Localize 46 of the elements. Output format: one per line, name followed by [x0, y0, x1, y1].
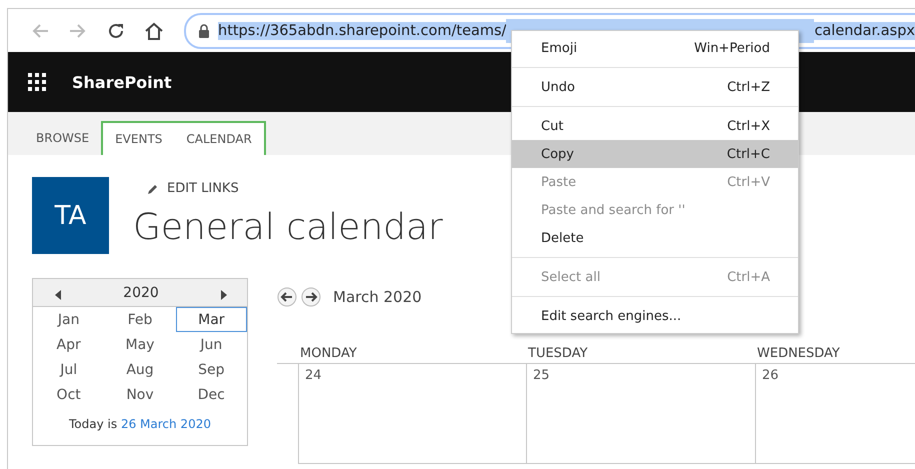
month-cell[interactable]: Jun: [176, 332, 247, 357]
next-year-button[interactable]: [218, 288, 229, 298]
menu-item[interactable]: Edit search engines...: [512, 302, 798, 330]
day-header: MONDAY: [298, 340, 526, 364]
ribbon-tab[interactable]: BROWSE: [24, 121, 102, 155]
month-cell[interactable]: Feb: [104, 307, 176, 332]
day-header: TUESDAY: [526, 340, 755, 364]
menu-item[interactable]: Cut Ctrl+X: [512, 112, 798, 140]
month-cell[interactable]: Dec: [176, 382, 247, 407]
edit-links-link[interactable]: EDIT LINKS: [167, 181, 239, 196]
ribbon-tab[interactable]: EVENTS: [103, 123, 174, 155]
menu-item[interactable]: Copy Ctrl+C: [512, 140, 798, 168]
menu-item[interactable]: Undo Ctrl+Z: [512, 73, 798, 101]
month-cell[interactable]: Oct: [33, 382, 104, 407]
home-icon[interactable]: [144, 22, 164, 40]
day-header: WEDNESDAY: [755, 340, 915, 364]
ribbon-tab[interactable]: CALENDAR: [174, 123, 264, 155]
previous-year-button[interactable]: [53, 288, 63, 298]
previous-button[interactable]: [277, 287, 297, 307]
site-logo[interactable]: TA: [32, 177, 109, 254]
page-title: General calendar: [133, 206, 443, 250]
month-cell[interactable]: Aug: [104, 357, 176, 382]
next-button[interactable]: [301, 287, 321, 307]
day-cell[interactable]: 24: [298, 364, 526, 464]
period-label: March 2020: [333, 288, 422, 306]
app-launcher-icon[interactable]: [28, 73, 46, 91]
pencil-icon: [147, 182, 159, 194]
year-label: 2020: [123, 284, 159, 300]
month-cell[interactable]: May: [104, 332, 176, 357]
today-link[interactable]: 26 March 2020: [120, 417, 211, 431]
menu-item[interactable]: Emoji Win+Period: [512, 34, 798, 62]
lock-icon: [198, 24, 210, 38]
today-label: Today is: [69, 417, 118, 431]
month-cell[interactable]: Apr: [33, 332, 104, 357]
reload-icon[interactable]: [107, 22, 125, 40]
menu-item[interactable]: Delete: [512, 224, 798, 252]
url-text: calendar.aspx: [814, 22, 915, 40]
url-text: https://365abdn.sharepoint.com/teams/: [218, 22, 506, 40]
month-cell[interactable]: Sep: [176, 357, 247, 382]
app-title: SharePoint: [72, 72, 172, 92]
day-cell[interactable]: 26: [755, 364, 915, 464]
day-cell[interactable]: 25: [526, 364, 755, 464]
month-cell[interactable]: Jul: [33, 357, 104, 382]
month-cell[interactable]: Jan: [33, 307, 104, 332]
month-cell[interactable]: Mar: [176, 307, 247, 332]
month-cell[interactable]: Nov: [104, 382, 176, 407]
